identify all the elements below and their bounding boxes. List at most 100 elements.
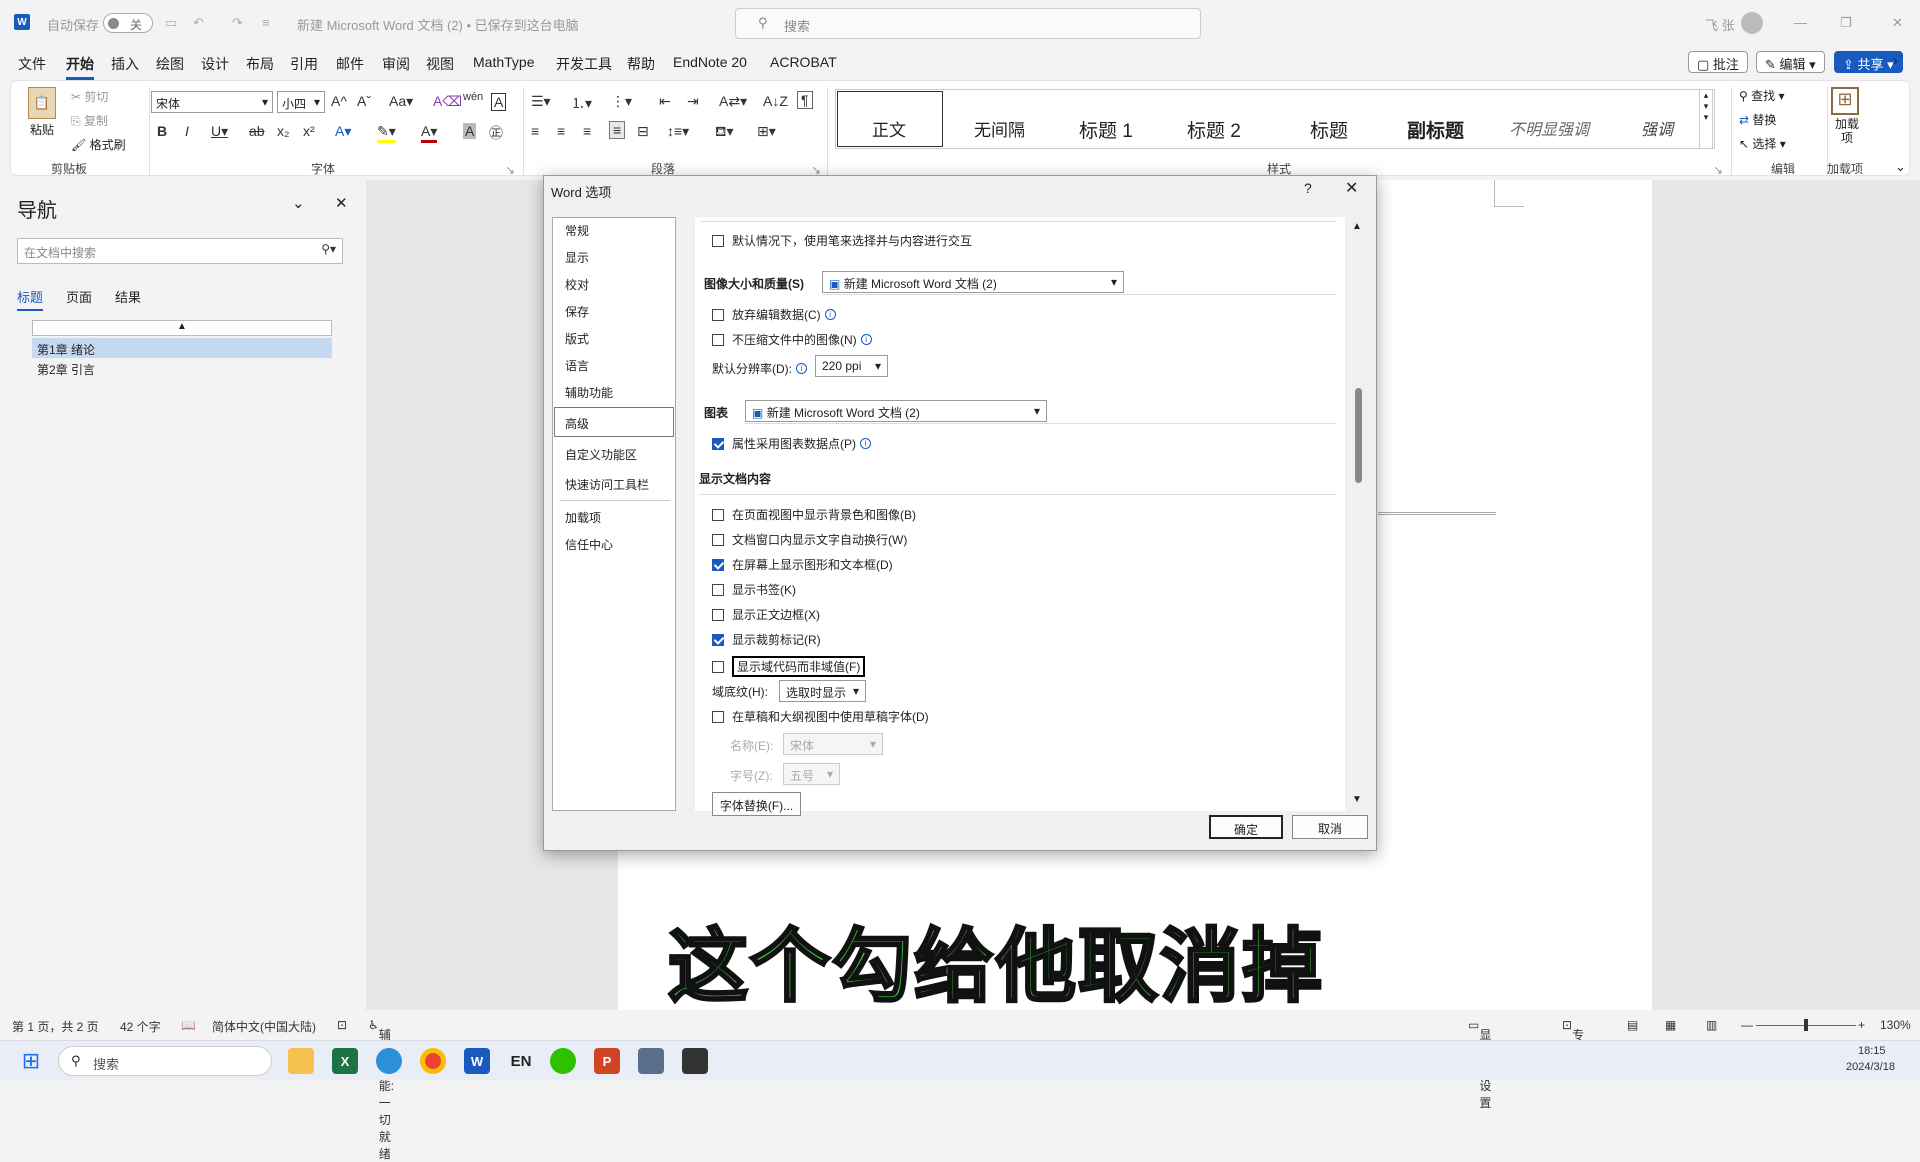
nav-heading-item[interactable]: 第2章 引言 [32, 358, 332, 378]
style-subtle-emphasis[interactable]: 不明显强调 [1509, 116, 1589, 140]
style-heading-1[interactable]: 标题 1 [1079, 116, 1133, 143]
chart-doc-select[interactable]: ▣ 新建 Microsoft Word 文档 (2) ▾ [745, 400, 1047, 422]
tab-references[interactable]: 引用 [290, 54, 318, 74]
discard-edit-checkbox[interactable] [712, 308, 724, 321]
sidebar-item-quick-access[interactable]: 快速访问工具栏 [565, 476, 649, 493]
show-marks-icon[interactable]: ¶ [797, 91, 813, 109]
bold-icon[interactable]: B [157, 123, 167, 139]
tab-mailings[interactable]: 邮件 [336, 54, 364, 74]
char-shading-icon[interactable]: A [463, 123, 477, 139]
superscript-icon[interactable]: x² [303, 123, 315, 139]
align-right-icon[interactable]: ≡ [583, 123, 591, 139]
document-title[interactable]: 新建 Microsoft Word 文档 (2) • 已保存到这台电脑 [297, 15, 579, 34]
paste-icon[interactable]: 📋 [28, 87, 56, 119]
justify-icon[interactable]: ≡ [609, 121, 626, 139]
display-option-row[interactable]: 文档窗口内显示文字自动换行(W) [712, 531, 907, 548]
style-subtitle[interactable]: 副标题 [1407, 116, 1464, 143]
align-center-icon[interactable]: ≡ [557, 123, 565, 139]
sidebar-item-display[interactable]: 显示 [565, 249, 589, 266]
char-border-icon[interactable]: A [491, 93, 507, 111]
powerpoint-icon[interactable]: P [594, 1048, 620, 1074]
style-emphasis[interactable]: 强调 [1641, 116, 1673, 140]
tab-insert[interactable]: 插入 [111, 54, 139, 74]
sidebar-item-save[interactable]: 保存 [565, 303, 589, 320]
scroll-up-icon[interactable]: ▲ [1352, 221, 1362, 232]
change-case-icon[interactable]: Aa▾ [389, 93, 413, 110]
minimize-icon[interactable]: — [1794, 15, 1807, 30]
wechat-icon[interactable] [550, 1048, 576, 1074]
discard-edit-option[interactable]: 放弃编辑数据(C) i [712, 306, 836, 323]
calculator-icon[interactable] [638, 1048, 664, 1074]
addins-icon[interactable]: ⊞ [1831, 87, 1859, 115]
shading-icon[interactable]: ⛾▾ [715, 123, 733, 142]
subscript-icon[interactable]: x₂ [277, 123, 289, 139]
language-status[interactable]: 简体中文(中国大陆) [212, 1018, 316, 1035]
replace-button[interactable]: ⇄ 替换 [1739, 111, 1776, 128]
paste-label[interactable]: 粘贴 [30, 121, 54, 138]
display-option-row[interactable]: 显示书签(K) [712, 581, 796, 598]
italic-icon[interactable]: I [185, 123, 189, 139]
option-checkbox[interactable] [712, 608, 724, 621]
styles-scroll[interactable]: ▴ ▾ ▾ [1699, 89, 1713, 149]
proofing-icon[interactable]: 📖 [181, 1018, 196, 1032]
zoom-out-icon[interactable]: — [1741, 1018, 1753, 1032]
draft-font-name-select[interactable]: 宋体 ▾ [783, 733, 883, 755]
tab-developer[interactable]: 开发工具 [556, 54, 612, 74]
autosave-toggle[interactable]: 关 [103, 13, 153, 33]
nav-heading-item[interactable]: 第1章 绪论 [32, 338, 332, 358]
close-window-icon[interactable]: ✕ [1892, 15, 1903, 31]
tab-design[interactable]: 设计 [201, 54, 229, 74]
zoom-in-icon[interactable]: + [1858, 1018, 1865, 1032]
tab-layout[interactable]: 布局 [246, 54, 274, 74]
customize-icon[interactable]: ≡ [262, 15, 270, 30]
tab-review[interactable]: 审阅 [382, 54, 410, 74]
align-left-icon[interactable]: ≡ [531, 123, 539, 139]
tab-draw[interactable]: 绘图 [156, 54, 184, 74]
numbering-icon[interactable]: ⒈▾ [571, 93, 592, 113]
find-button[interactable]: ⚲ 查找 ▾ [1739, 87, 1785, 104]
addins-label[interactable]: 加载项 [1833, 117, 1861, 145]
sidebar-item-addins[interactable]: 加载项 [565, 509, 601, 526]
style-normal-label[interactable]: 正文 [872, 116, 906, 141]
start-icon[interactable]: ⊞ [18, 1048, 44, 1074]
sort-icon[interactable]: A↓Z [763, 93, 788, 109]
sidebar-item-advanced[interactable]: 高级 [554, 407, 674, 437]
cancel-button[interactable]: 取消 [1292, 815, 1368, 839]
display-settings-button[interactable]: ▭ 显示器设置 [1468, 1018, 1491, 1110]
style-title[interactable]: 标题 [1310, 116, 1348, 143]
styles-dialog-launcher-icon[interactable]: ↘ [1713, 163, 1723, 177]
sidebar-item-layout[interactable]: 版式 [565, 330, 589, 347]
read-mode-icon[interactable]: ▤ [1627, 1018, 1638, 1032]
web-layout-icon[interactable]: ▥ [1706, 1018, 1717, 1032]
option-checkbox[interactable] [712, 533, 724, 546]
select-button[interactable]: ↖ 选择 ▾ [1739, 135, 1786, 152]
clock-time[interactable]: 18:15 [1858, 1045, 1886, 1057]
ribbon-collapse-icon[interactable]: › [1893, 52, 1898, 68]
grow-font-icon[interactable]: A^ [331, 93, 347, 109]
image-doc-select[interactable]: ▣ 新建 Microsoft Word 文档 (2) ▾ [822, 271, 1124, 293]
chart-attr-checkbox[interactable] [712, 437, 724, 450]
ok-button[interactable]: 确定 [1209, 815, 1283, 839]
draft-font-size-select[interactable]: 五号 ▾ [783, 763, 840, 785]
ribbon-collapse-chevron-icon[interactable]: ⌄ [1895, 159, 1906, 175]
text-effects-icon[interactable]: A▾ [335, 123, 351, 140]
pen-checkbox[interactable] [712, 234, 724, 247]
macro-icon[interactable]: ⊡ [337, 1018, 347, 1032]
clear-format-icon[interactable]: A⌫ [433, 93, 462, 110]
tab-mathtype[interactable]: MathType [473, 54, 534, 70]
field-codes-checkbox[interactable] [712, 660, 724, 673]
zoom-slider-thumb[interactable] [1804, 1019, 1808, 1031]
zoom-level[interactable]: 130% [1880, 1018, 1911, 1032]
dialog-help-icon[interactable]: ? [1304, 180, 1312, 196]
option-checkbox[interactable] [712, 558, 724, 571]
display-option-row[interactable]: 在页面视图中显示背景色和图像(B) [712, 506, 916, 523]
draft-font-option[interactable]: 在草稿和大纲视图中使用草稿字体(D) [712, 708, 929, 725]
display-option-row[interactable]: 在屏幕上显示图形和文本框(D) [712, 556, 893, 573]
asian-layout-icon[interactable]: A⇄▾ [719, 93, 747, 110]
redo-icon[interactable]: ↷ [232, 15, 243, 31]
style-no-spacing[interactable]: 无间隔 [974, 116, 1025, 141]
enclose-char-icon[interactable]: ㊣ [489, 123, 503, 143]
display-option-row[interactable]: 显示正文边框(X) [712, 606, 820, 623]
font-substitution-button[interactable]: 字体替换(F)... [712, 792, 801, 816]
tab-view[interactable]: 视图 [426, 54, 454, 74]
